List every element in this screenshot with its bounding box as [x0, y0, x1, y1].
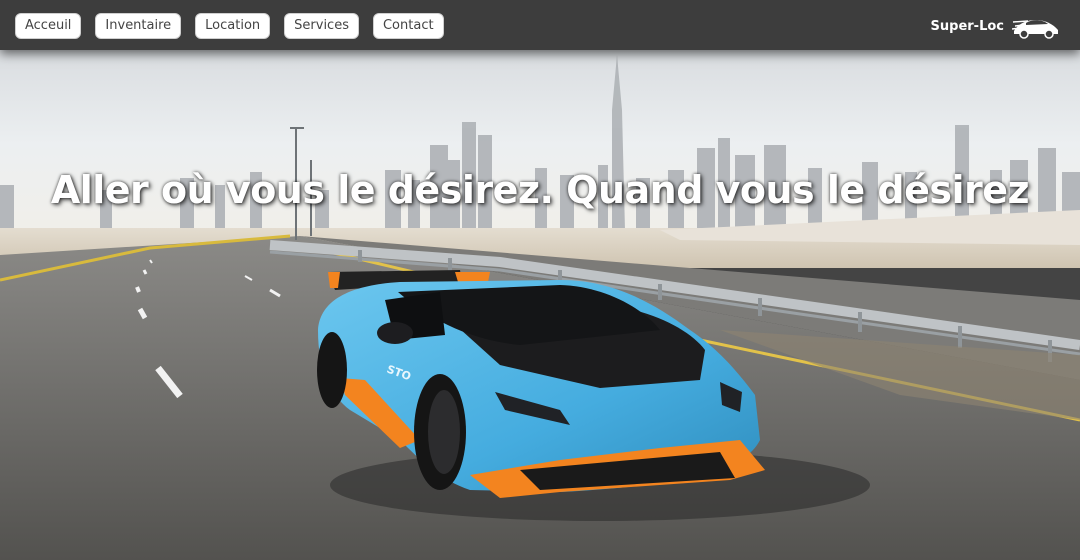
- brand[interactable]: Super-Loc: [931, 12, 1060, 40]
- hero-background-image: STO: [0, 0, 1080, 560]
- nav-links: Acceuil Inventaire Location Services Con…: [15, 13, 444, 39]
- top-navbar: Acceuil Inventaire Location Services Con…: [0, 0, 1080, 50]
- nav-button-services[interactable]: Services: [284, 13, 359, 39]
- nav-button-location[interactable]: Location: [195, 13, 271, 39]
- hero-headline: Aller où vous le désirez. Quand vous le …: [50, 168, 1030, 212]
- nav-button-inventaire[interactable]: Inventaire: [95, 13, 182, 39]
- brand-name: Super-Loc: [930, 18, 1004, 34]
- sports-car-logo-icon: [1012, 20, 1058, 39]
- hero-banner: STO: [0, 0, 1080, 560]
- nav-button-contact[interactable]: Contact: [372, 13, 444, 39]
- nav-button-acceuil[interactable]: Acceuil: [15, 13, 82, 39]
